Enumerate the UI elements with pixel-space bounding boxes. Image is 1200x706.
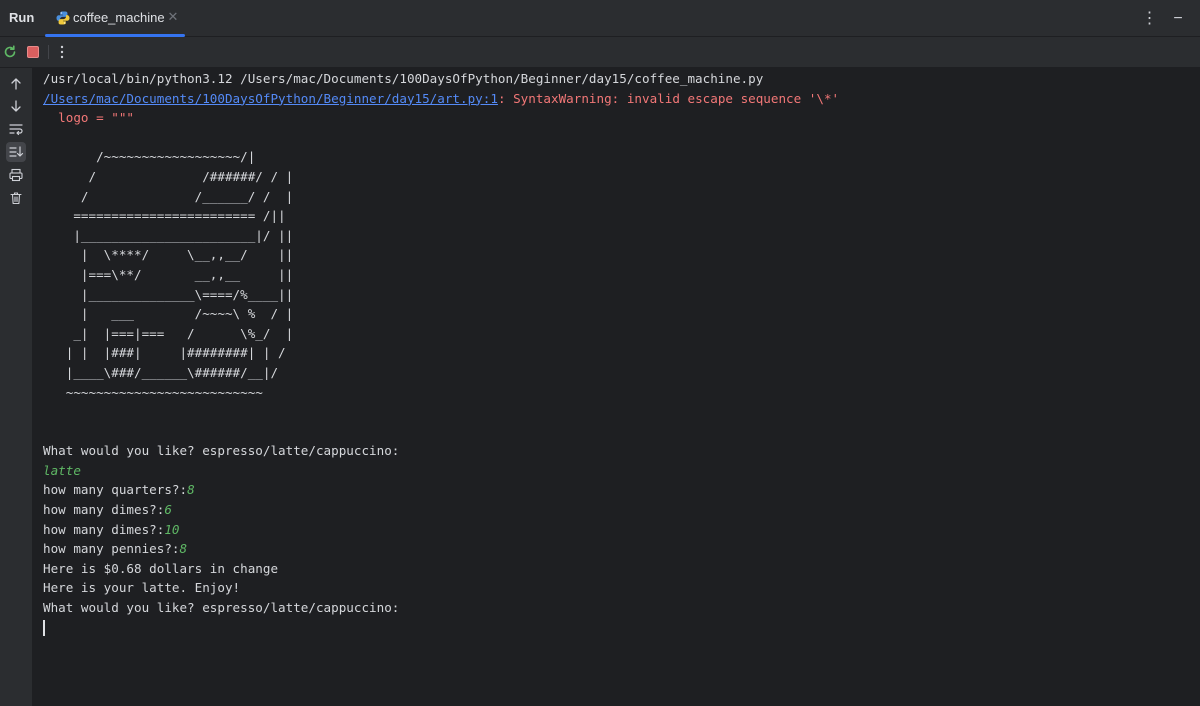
serve-line: Here is your latte. Enjoy!: [43, 580, 241, 596]
run-tool-window: Run coffee_machine ✕ ⋮ − /usr/local/bin/…: [0, 0, 1200, 706]
warning-line: /Users/mac/Documents/100DaysOfPython/Beg…: [43, 89, 1193, 109]
ascii-line: |_______________________|/ ||: [43, 227, 294, 243]
ascii-line: | | |###| |########| | /: [43, 345, 286, 361]
ascii-line: _| |===|=== / \%_/ |: [43, 325, 294, 341]
ascii-line: /~~~~~~~~~~~~~~~~~~/|: [43, 149, 256, 165]
warning-source-line: logo = """: [43, 110, 134, 126]
pennies-line: how many pennies?:8: [43, 539, 1193, 559]
ascii-line: / /######/ / |: [43, 168, 294, 184]
prompt-line: What would you like? espresso/latte/capp…: [43, 443, 400, 459]
console-side-toolbar: [0, 68, 32, 706]
prompt-text: how many dimes?:: [43, 502, 165, 518]
ascii-line: | \****/ \__,,__/ ||: [43, 247, 294, 263]
text-cursor: [43, 620, 45, 637]
warning-text: : SyntaxWarning: invalid escape sequence…: [497, 90, 840, 106]
tool-window-header: Run coffee_machine ✕ ⋮ −: [0, 0, 1200, 37]
prompt-text: how many quarters?:: [43, 482, 188, 498]
trash-icon[interactable]: [6, 188, 26, 208]
minimize-icon[interactable]: −: [1168, 9, 1188, 29]
user-input: latte: [43, 462, 81, 478]
quarters-line: how many quarters?:8: [43, 480, 1193, 500]
print-icon[interactable]: [6, 165, 26, 185]
scroll-to-end-icon[interactable]: [6, 142, 26, 162]
dimes-line: how many dimes?:6: [43, 500, 1193, 520]
arrow-down-icon[interactable]: [6, 96, 26, 116]
dimes-line: how many dimes?:10: [43, 520, 1193, 540]
command-line: /usr/local/bin/python3.12 /Users/mac/Doc…: [43, 71, 764, 86]
tab-coffee-machine[interactable]: coffee_machine ✕: [45, 0, 185, 37]
arrow-up-icon[interactable]: [6, 74, 26, 94]
prompt-text: how many pennies?:: [43, 541, 180, 557]
ascii-line: [43, 422, 1193, 442]
more-vertical-icon[interactable]: [53, 43, 71, 61]
ascii-line: ~~~~~~~~~~~~~~~~~~~~~~~~~~: [43, 384, 263, 400]
ascii-line: |____\###/______\######/__|/: [43, 364, 279, 380]
ascii-line: [43, 402, 1193, 422]
change-line: Here is $0.68 dollars in change: [43, 560, 279, 576]
source-link[interactable]: /Users/mac/Documents/100DaysOfPython/Beg…: [43, 91, 498, 106]
toolbar-divider: [48, 45, 49, 59]
user-input: 10: [164, 521, 180, 537]
more-vertical-icon[interactable]: ⋮: [1140, 9, 1160, 29]
user-input: 6: [164, 502, 172, 518]
header-actions: ⋮ −: [1136, 9, 1188, 29]
ascii-line: |______________\====/%____||: [43, 286, 294, 302]
python-file-icon: [56, 11, 70, 25]
ascii-line: ======================== /||: [43, 208, 286, 224]
soft-wrap-icon[interactable]: [6, 119, 26, 139]
tab-label: coffee_machine: [73, 10, 165, 25]
tool-window-title: Run: [9, 10, 35, 25]
console-output[interactable]: /usr/local/bin/python3.12 /Users/mac/Doc…: [43, 69, 1193, 699]
ascii-line: |===\**/ __,,__ ||: [43, 266, 294, 282]
rerun-icon[interactable]: [1, 43, 19, 61]
input-line[interactable]: [43, 618, 1193, 638]
user-input: 8: [187, 482, 195, 498]
prompt-line: What would you like? espresso/latte/capp…: [43, 600, 400, 616]
ascii-line: / /______/ / |: [43, 188, 294, 204]
ascii-art-logo: /~~~~~~~~~~~~~~~~~~/| / /######/ / | / /…: [43, 128, 1193, 442]
prompt-text: how many dimes?:: [43, 521, 165, 537]
stop-icon[interactable]: [24, 43, 42, 61]
close-icon[interactable]: ✕: [167, 10, 179, 24]
ascii-line: [43, 128, 1193, 148]
run-toolbar: [0, 37, 1200, 68]
user-input: 8: [179, 541, 188, 557]
ascii-line: | ___ /~~~~\ % / |: [43, 306, 294, 322]
